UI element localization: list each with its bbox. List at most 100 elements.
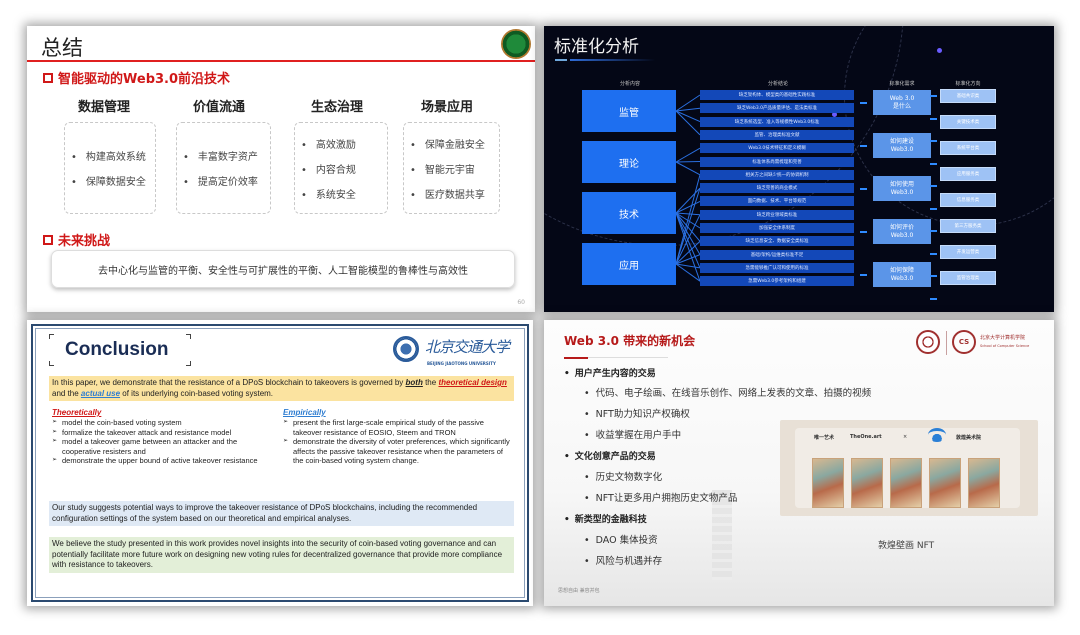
issue-row: 监管、治理类标准文献	[700, 129, 854, 140]
need-box: 如何使用 Web3.0	[873, 176, 931, 201]
need-box: 如何保障 Web3.0	[873, 262, 931, 287]
group-heading: 用户产生内容的交易	[564, 366, 656, 379]
slide-standardization: 标准化分析 分析内容 分析结论 标准化需求 标准化方向 监管 理论 技术 应用 …	[544, 26, 1054, 312]
direction-box: 系统平台类	[940, 141, 996, 155]
list-item: formalize the takeover attack and resist…	[52, 428, 267, 438]
group-item: NFT助力知识产权确权	[584, 406, 690, 420]
issue-row: Web3.0技术特征和定义模糊	[700, 143, 854, 154]
logo-separator	[946, 331, 947, 355]
need-box: 如何建设 Web3.0	[873, 133, 931, 158]
university-seal-icon	[393, 336, 419, 362]
card-item: 高效激励	[301, 136, 387, 151]
category-application: 应用	[582, 243, 676, 285]
connector-line	[675, 147, 701, 163]
empirically-heading: Empirically	[283, 408, 326, 417]
issue-row: 急需能够推广认可和使用的标准	[700, 262, 854, 273]
theoretically-heading: Theoretically	[52, 408, 102, 417]
direction-box: 信息服务类	[940, 193, 996, 207]
slide-title: 总结	[41, 36, 83, 60]
arrow-icon	[930, 140, 937, 142]
list-item: model a takeover game between an attacke…	[52, 437, 267, 456]
slide-conclusion: Conclusion 北京交通大学 BEIJING JIAOTONG UNIVE…	[27, 320, 533, 606]
theoretically-list: model the coin-based voting system forma…	[52, 418, 267, 466]
arrow-icon	[930, 252, 937, 255]
issue-row: 相关方之间缺少统一的协调机制	[700, 169, 854, 180]
connector-line	[675, 263, 701, 282]
issue-row: 缺乏架构体、模型类的基础性实践标准	[700, 90, 854, 100]
connector-line	[675, 263, 701, 269]
issue-row: 缺乏信息安全、数据安全类标准	[700, 236, 854, 247]
card-item: 医疗数据共享	[410, 186, 499, 201]
connector-line	[675, 212, 701, 216]
university-name: 北京交通大学	[425, 338, 510, 356]
footer-motto: 思想自由 兼容并包	[558, 588, 600, 594]
issue-row: 加强安全体系制度	[700, 223, 854, 233]
connector-line	[675, 161, 701, 176]
connector-line	[675, 110, 701, 123]
issue-row: 缺乏Web3.0产品质量评估、是法类标准	[700, 103, 854, 114]
card-item: 智能元宇宙	[410, 161, 499, 176]
issue-row: 缺乏完善的商业模式	[700, 183, 854, 194]
card-ecosystem-governance: 高效激励 内容合规 系统安全	[294, 122, 388, 214]
card-data-management: 构建高效系统 保障数据安全	[64, 122, 156, 214]
group-item: 代码、电子绘画、在线音乐创作、网络上发表的文章、拍摄的视频	[584, 385, 872, 399]
connector-line	[675, 200, 701, 214]
image-label: ×	[903, 434, 908, 440]
card-value-flow: 丰富数字资产 提高定价效率	[176, 122, 271, 214]
title-divider	[27, 60, 535, 62]
card-item: 保障金融安全	[410, 136, 499, 151]
section-label: 未来挑战	[58, 234, 111, 249]
title-underline	[588, 357, 668, 358]
arrow-icon	[930, 275, 937, 277]
mural-panel	[851, 458, 883, 508]
issue-row: 基础/架构/运维类标准不足	[700, 249, 854, 260]
category-regulation: 监管	[582, 90, 676, 132]
arrow-icon	[930, 117, 937, 120]
column-heading: 场景应用	[420, 100, 473, 115]
group-item: 风险与机遇并存	[584, 553, 663, 567]
arrow-icon	[860, 102, 867, 104]
checkbox-square-icon	[43, 72, 53, 83]
column-heading: 生态治理	[310, 100, 363, 115]
mural-panel	[929, 458, 961, 508]
group-heading: 文化创意产品的交易	[564, 449, 656, 462]
arrow-icon	[930, 207, 937, 210]
university-logo-icon	[501, 29, 531, 59]
card-item: 系统安全	[301, 186, 387, 201]
image-label: 唯一艺术	[814, 435, 835, 441]
group-item: 历史文物数字化	[584, 469, 663, 483]
arrow-icon	[860, 188, 867, 190]
image-label: 敦煌美术院	[956, 435, 982, 441]
category-theory: 理论	[582, 141, 676, 183]
card-item: 保障数据安全	[71, 173, 155, 188]
group-item: NFT让更多用户拥抱历史文物产品	[584, 490, 738, 504]
arrow-icon	[860, 274, 867, 276]
card-item: 提高定价效率	[183, 173, 270, 188]
column-heading: 数据管理	[77, 100, 130, 115]
mural-panel	[890, 458, 922, 508]
empirically-list: present the first large-scale empirical …	[283, 418, 513, 466]
list-item: present the first large-scale empirical …	[283, 418, 513, 437]
title-underline	[564, 357, 588, 359]
issue-row: 面向数据、技术、平台等规范	[700, 196, 854, 207]
direction-box: 应用服务类	[940, 167, 996, 181]
connector-line	[675, 161, 701, 163]
direction-box: 基础共识类	[940, 89, 996, 103]
mural-panel	[812, 458, 844, 508]
issue-row: 缺乏系统选型、准入等规模性Web3.0标准	[700, 116, 854, 127]
checkbox-square-icon	[43, 234, 53, 245]
page-number: 60	[517, 299, 525, 306]
arrow-icon	[930, 162, 937, 165]
nft-artwork-image: 唯一艺术 TheOne.art × 敦煌美术院	[780, 420, 1038, 516]
arrow-icon	[930, 95, 937, 97]
slide-summary: 总结 智能驱动的Web3.0前沿技术 数据管理 价值流通 生态治理 场景应用 构…	[27, 26, 535, 312]
slide-title: Web 3.0 带来的新机会	[564, 334, 696, 348]
slide-opportunities: Web 3.0 带来的新机会 CS 北京大学计算机学院 School of Co…	[544, 320, 1054, 606]
museum-logo-icon	[928, 428, 946, 442]
need-box: 如何评价 Web3.0	[873, 219, 931, 244]
section-heading-challenges: 未来挑战	[43, 230, 110, 249]
section-heading-tech: 智能驱动的Web3.0前沿技术	[43, 68, 230, 87]
card-item: 构建高效系统	[71, 148, 155, 163]
slide-title: Conclusion	[65, 339, 169, 360]
arrow-icon	[860, 231, 867, 233]
